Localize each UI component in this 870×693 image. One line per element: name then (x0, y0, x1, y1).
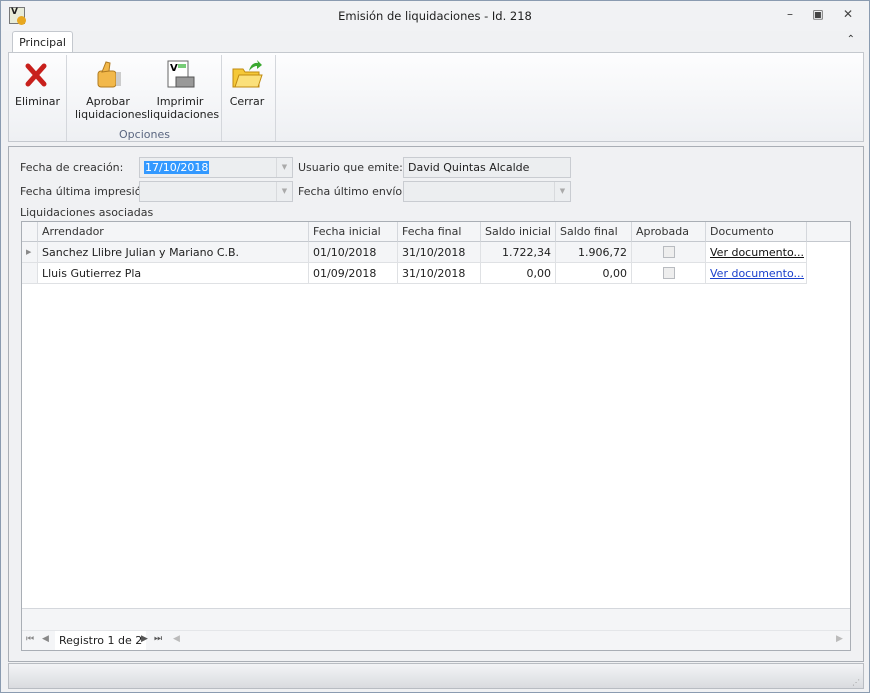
minimize-icon[interactable]: – (782, 7, 798, 23)
approve-button[interactable]: Aprobar liquidaciones (75, 59, 147, 121)
previous-record-icon[interactable]: ◀ (42, 634, 49, 644)
cell-documento: Ver documento... (706, 242, 807, 263)
collapse-ribbon-icon[interactable]: ⌃ (847, 34, 855, 45)
last-record-icon[interactable]: ⏭ (154, 634, 162, 644)
cell-documento: Ver documento... (706, 263, 807, 284)
column-header-aprobada[interactable]: Aprobada (632, 222, 706, 242)
ver-documento-link[interactable]: Ver documento... (710, 246, 804, 259)
current-row-indicator-icon: ▶ (22, 242, 38, 263)
column-header-arrendador[interactable]: Arrendador (38, 222, 309, 242)
record-counter: Registro 1 de 2 (55, 631, 147, 650)
column-header-saldo-inicial[interactable]: Saldo inicial (481, 222, 556, 242)
liquidaciones-grid: Arrendador Fecha inicial Fecha final Sal… (21, 221, 851, 651)
cell-fecha-final[interactable]: 31/10/2018 (398, 263, 481, 284)
scroll-left-icon[interactable]: ◀ (173, 634, 180, 644)
last-send-field[interactable]: ▼ (403, 181, 571, 202)
scroll-right-icon[interactable]: ▶ (836, 634, 843, 644)
record-navigator: ⏮ ◀ Registro 1 de 2 ▶ ⏭ ◀ ▶ (22, 630, 850, 650)
user-label: Usuario que emite: (298, 161, 403, 174)
close-button[interactable]: Cerrar (227, 59, 267, 108)
cell-fecha-inicial[interactable]: 01/09/2018 (309, 263, 398, 284)
cell-aprobada (632, 263, 706, 284)
svg-text:V: V (170, 63, 178, 74)
print-button[interactable]: V Imprimir liquidaciones (147, 59, 219, 121)
tab-principal[interactable]: Principal (12, 31, 73, 53)
row-indicator (22, 263, 38, 284)
cell-aprobada (632, 242, 706, 263)
delete-button[interactable]: Eliminar (15, 59, 60, 108)
user-field[interactable]: David Quintas Alcalde (403, 157, 571, 178)
dropdown-arrow-icon[interactable]: ▼ (276, 182, 292, 201)
column-header-saldo-final[interactable]: Saldo final (556, 222, 632, 242)
folder-exit-icon (231, 59, 263, 91)
ribbon: Eliminar Aprobar liquidaciones V Imprimi… (8, 52, 864, 142)
column-header-documento[interactable]: Documento (706, 222, 807, 242)
first-record-icon[interactable]: ⏮ (26, 634, 34, 644)
cell-arrendador[interactable]: Lluis Gutierrez Pla (38, 263, 309, 284)
thumbs-up-icon (92, 59, 124, 91)
creation-date-label: Fecha de creación: (20, 161, 124, 174)
restore-icon[interactable]: ▣ (810, 7, 826, 23)
cell-fecha-inicial[interactable]: 01/10/2018 (309, 242, 398, 263)
cell-arrendador[interactable]: Sanchez Llibre Julian y Mariano C.B. (38, 242, 309, 263)
print-document-icon: V (164, 59, 196, 91)
resize-grip-icon[interactable]: ⋰ (852, 678, 860, 687)
window: V Emisión de liquidaciones - Id. 218 – ▣… (0, 0, 870, 693)
ver-documento-link[interactable]: Ver documento... (710, 267, 804, 280)
column-header-fecha-final[interactable]: Fecha final (398, 222, 481, 242)
grid-footer (22, 608, 850, 630)
cell-saldo-final[interactable]: 1.906,72 (556, 242, 632, 263)
cell-saldo-inicial[interactable]: 0,00 (481, 263, 556, 284)
last-print-label: Fecha última impresión: (20, 185, 153, 198)
x-icon (20, 59, 52, 91)
window-title: Emisión de liquidaciones - Id. 218 (338, 9, 532, 23)
dropdown-arrow-icon[interactable]: ▼ (276, 158, 292, 177)
cell-saldo-final[interactable]: 0,00 (556, 263, 632, 284)
cell-fecha-final[interactable]: 31/10/2018 (398, 242, 481, 263)
last-send-label: Fecha último envío: (298, 185, 406, 198)
column-header-fecha-inicial[interactable]: Fecha inicial (309, 222, 398, 242)
last-print-field[interactable]: ▼ (139, 181, 293, 202)
status-bar: ⋰ (8, 663, 864, 689)
row-indicator-header (22, 222, 38, 242)
group-label-opciones: Opciones (119, 128, 170, 141)
cell-saldo-inicial[interactable]: 1.722,34 (481, 242, 556, 263)
section-label: Liquidaciones asociadas (20, 206, 154, 219)
next-record-icon[interactable]: ▶ (141, 634, 148, 644)
creation-date-field[interactable]: 17/10/2018 ▼ (139, 157, 293, 178)
close-icon[interactable]: ✕ (840, 7, 856, 23)
title-bar: V Emisión de liquidaciones - Id. 218 – ▣… (1, 1, 869, 31)
dropdown-arrow-icon[interactable]: ▼ (554, 182, 570, 201)
aprobada-checkbox[interactable] (662, 267, 675, 279)
aprobada-checkbox[interactable] (662, 246, 675, 258)
header-filler (807, 222, 850, 242)
